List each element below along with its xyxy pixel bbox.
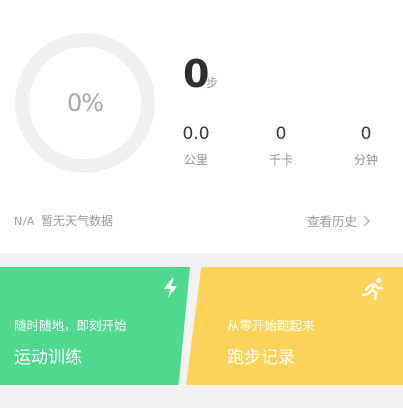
stat-distance-label: 公里 (183, 153, 208, 167)
summary-card: 0% 0 步 0.0 公里 0 千卡 0 分钟 N/A 暂无天气数据 查看历史 (0, 0, 403, 253)
chevron-right-icon (363, 215, 371, 226)
stat-minutes-value: 0 (360, 124, 372, 144)
running-subtitle: 从零开始跑起来 (227, 318, 315, 333)
view-history-label: 查看历史 (307, 214, 358, 229)
running-card[interactable]: 从零开始跑起来 跑步记录 (186, 267, 403, 385)
stat-calories-value: 0 (275, 124, 287, 144)
weather-text: 暂无天气数据 (40, 214, 113, 228)
running-title: 跑步记录 (227, 348, 295, 368)
training-title: 运动训练 (14, 348, 82, 368)
stat-distance: 0.0 公里 (166, 123, 226, 168)
progress-percent: 0% (66, 89, 104, 117)
training-subtitle: 随时随地，即刻开始 (14, 318, 127, 333)
stat-distance-value: 0.0 (182, 124, 210, 144)
stat-minutes: 0 分钟 (336, 123, 396, 168)
lightning-icon (164, 278, 177, 298)
weather-info: N/A 暂无天气数据 (14, 212, 113, 229)
view-history-link[interactable]: 查看历史 (307, 211, 371, 230)
steps-unit: 步 (206, 76, 219, 90)
progress-ring: 0% (14, 32, 156, 174)
weather-na: N/A (14, 215, 35, 228)
stat-calories-label: 千卡 (268, 153, 293, 167)
stat-calories: 0 千卡 (251, 123, 311, 168)
running-person-icon (361, 277, 384, 301)
stat-minutes-label: 分钟 (353, 153, 378, 167)
training-card[interactable]: 随时随地，即刻开始 运动训练 (0, 267, 190, 385)
